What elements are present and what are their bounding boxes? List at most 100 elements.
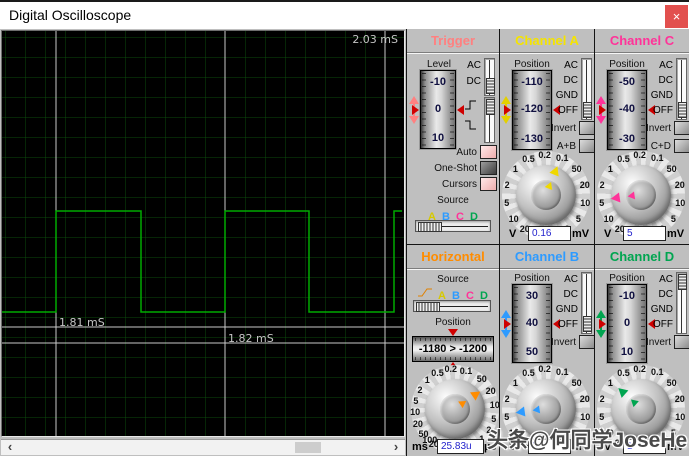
level-tick: 10 — [431, 132, 445, 144]
millivolts-unit-label: mV — [667, 228, 685, 240]
knob-scale-tick: 20 — [674, 394, 685, 405]
channel-d-invert-button[interactable] — [674, 335, 689, 349]
coupling-thumb[interactable] — [678, 274, 687, 290]
knob-pointer-icon — [515, 406, 526, 418]
trigger-title: Trigger — [407, 29, 499, 53]
channel-d-coupling-selector[interactable] — [676, 272, 687, 334]
volts-unit-label: V — [604, 228, 612, 240]
position-marker-left-icon — [599, 105, 606, 115]
rising-edge-icon — [465, 100, 476, 110]
cursor2-readout: 1.82 mS — [228, 332, 274, 345]
scroll-right-arrow[interactable]: › — [389, 440, 403, 455]
edge-thumb[interactable] — [486, 99, 495, 115]
invert-label: Invert — [645, 337, 671, 348]
off-label: OFF — [558, 319, 578, 330]
horizontal-source-label: Source — [437, 274, 469, 285]
coupling-thumb[interactable] — [583, 102, 592, 118]
coupling-thumb[interactable] — [486, 78, 495, 94]
cursors-button[interactable] — [480, 177, 497, 191]
knob-scale-tick: 1 — [607, 164, 613, 175]
one-shot-button[interactable] — [480, 161, 497, 175]
scope-scrollbar[interactable]: ‹ › — [1, 439, 405, 455]
channel-a-coupling-selector[interactable] — [581, 58, 592, 120]
knob-cap[interactable] — [440, 394, 470, 424]
knob-scale-tick: 0.5 — [617, 154, 630, 165]
knob-scale-tick: 0.2 — [444, 364, 458, 375]
a-plus-b-label: A+B — [556, 141, 576, 152]
watermark: 头条@何同学JoseHe — [487, 429, 688, 452]
knob-scale-tick: 2 — [504, 180, 510, 191]
source-slider-thumb[interactable] — [416, 302, 440, 312]
dc-label: DC — [563, 289, 578, 300]
scroll-left-arrow[interactable]: ‹ — [3, 440, 17, 455]
invert-label: Invert — [550, 337, 576, 348]
knob-scale-tick: 50 — [476, 374, 487, 385]
channel-c-coupling-selector[interactable] — [676, 58, 687, 120]
dc-label: DC — [658, 289, 673, 300]
knob-scale-tick: 10 — [675, 411, 686, 422]
gnd-label: GND — [555, 304, 578, 315]
off-label: OFF — [653, 319, 673, 330]
knob-scale-tick: 5 — [599, 411, 605, 422]
channel-a-value: 0.16 — [528, 226, 571, 241]
knob-scale-tick: 0.1 — [556, 153, 569, 164]
oscilloscope-window: Digital Oscilloscope × 1.81 mS 1.82 mS 2… — [0, 0, 689, 456]
c-plus-d-label: C+D — [650, 141, 671, 152]
auto-button[interactable] — [480, 145, 497, 159]
channel-d-title: Channel D — [595, 245, 689, 269]
horizontal-position-display[interactable]: -1180 > -1200 — [412, 329, 494, 369]
knob-scale-tick: 10 — [580, 197, 591, 208]
knob-scale-tick: 1 — [512, 378, 518, 389]
knob-scale-tick: 5 — [670, 213, 676, 224]
knob-scale-tick: 0.5 — [522, 154, 535, 165]
source-slider-thumb[interactable] — [418, 222, 442, 232]
value-text: 0.16 — [532, 228, 552, 239]
coupling-thumb[interactable] — [678, 102, 687, 118]
off-label: OFF — [558, 105, 578, 116]
millivolts-unit-label: mV — [572, 228, 590, 240]
horizontal-panel: Horizontal Source ABCD Position -1180 > … — [406, 244, 500, 456]
horizontal-title: Horizontal — [407, 245, 499, 269]
scrollbar-thumb[interactable] — [295, 442, 321, 453]
cursors-label: Cursors — [441, 179, 477, 190]
knob-scale-tick: 10 — [410, 407, 421, 418]
knob-scale-tick: 0.2 — [538, 150, 551, 161]
dc-label: DC — [658, 75, 673, 86]
knob-scale-tick: 0.1 — [556, 367, 569, 378]
titlebar: Digital Oscilloscope × — [0, 0, 689, 29]
trigger-source-slider[interactable] — [415, 220, 491, 232]
channel-a-title: Channel A — [500, 29, 594, 53]
knob-scale-tick: 20 — [579, 180, 590, 191]
level-marker-left-icon — [412, 105, 419, 115]
horizontal-source-slider[interactable] — [413, 300, 491, 312]
position-marker-left-icon — [599, 319, 606, 329]
knob-scale-tick: 20 — [579, 394, 590, 405]
knob-scale-tick: 5 — [575, 213, 581, 224]
channel-c-value: 5 — [623, 226, 666, 241]
knob-scale-tick: 1 — [424, 375, 430, 386]
gnd-label: GND — [650, 304, 673, 315]
trigger-edge-selector[interactable] — [484, 97, 495, 143]
channel-b-coupling-selector[interactable] — [581, 272, 592, 334]
knob-scale-tick: 50 — [666, 164, 677, 175]
knob-scale-tick: 0.2 — [633, 364, 646, 375]
knob-scale-tick: 0.5 — [617, 368, 630, 379]
trigger-coupling-selector[interactable] — [484, 58, 495, 96]
gnd-label: GND — [555, 90, 578, 101]
trigger-ac-label: AC — [467, 60, 481, 71]
close-button[interactable]: × — [665, 5, 688, 28]
trigger-panel: Trigger Level -10 0 10 AC DC Auto One-Sh… — [406, 29, 499, 244]
knob-scale-tick: 0.5 — [431, 368, 444, 379]
knob-scale-tick: 5 — [504, 197, 510, 208]
position-readout[interactable]: -1180 > -1200 — [412, 336, 494, 362]
channel-c-invert-button[interactable] — [674, 121, 689, 135]
timebase-value: 25.83u — [437, 439, 484, 454]
ms-unit-label: ms — [412, 441, 428, 453]
value-text: 5 — [627, 228, 633, 239]
coupling-thumb[interactable] — [583, 316, 592, 332]
level-marker-right-icon — [457, 105, 464, 115]
knob-scale-tick: 20 — [485, 385, 496, 396]
off-label: OFF — [653, 105, 673, 116]
c-plus-d-button[interactable] — [674, 139, 689, 153]
position-marker-left-icon — [504, 319, 511, 329]
